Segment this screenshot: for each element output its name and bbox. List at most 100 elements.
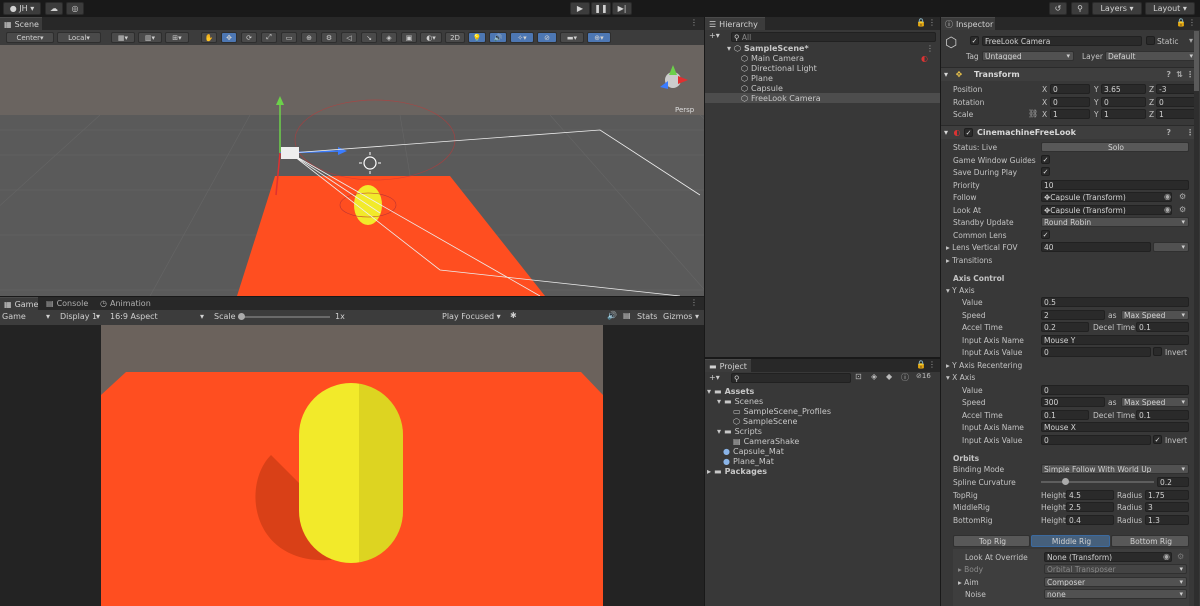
shortcuts-icon[interactable]: ▤ xyxy=(623,311,631,320)
position-x-field[interactable]: 0 xyxy=(1050,84,1090,94)
fov-field[interactable]: 40 xyxy=(1041,242,1151,252)
account-dropdown[interactable]: ● JH ▾ xyxy=(3,2,41,15)
search-by-type-icon[interactable]: ⊡ xyxy=(855,372,862,381)
folder-profiles[interactable]: ▭ SampleScene_Profiles xyxy=(733,407,831,416)
x-invert-checkbox[interactable]: ✓ xyxy=(1153,435,1162,444)
scale-tool-icon[interactable]: ⤢ xyxy=(261,32,277,43)
y-speed-field[interactable]: 2 xyxy=(1041,310,1105,320)
visibility-toggle-icon[interactable]: ⊘ xyxy=(537,32,557,43)
priority-field[interactable]: 10 xyxy=(1041,180,1189,190)
tool-b-icon[interactable]: ↘ xyxy=(361,32,377,43)
bottomrig-radius-field[interactable]: 1.3 xyxy=(1145,515,1189,525)
fov-preset-dropdown[interactable] xyxy=(1153,242,1189,252)
add-object-button[interactable]: +▾ xyxy=(709,31,720,40)
lock-icon[interactable]: 🔒 xyxy=(916,18,926,27)
x-input-name-field[interactable]: Mouse X xyxy=(1041,422,1189,432)
component-menu-icon[interactable]: ⋮ xyxy=(1186,128,1194,137)
spline-slider-thumb[interactable] xyxy=(1062,478,1069,485)
inspector-scrollbar[interactable] xyxy=(1194,31,1199,606)
tab-console[interactable]: ▤ Console xyxy=(42,297,92,310)
game-view-dropdown[interactable]: Game ▾ xyxy=(2,312,56,321)
static-dropdown-icon[interactable]: ▾ xyxy=(1189,36,1193,45)
folder-assets[interactable]: ▾ ▬ Assets xyxy=(707,387,754,396)
component-menu-icon[interactable]: ⋮ xyxy=(1186,70,1194,79)
scale-slider-thumb[interactable] xyxy=(238,313,245,320)
tool-c-icon[interactable]: ◈ xyxy=(381,32,397,43)
hierarchy-search-input[interactable]: ⚲ All xyxy=(731,32,936,42)
object-name-field[interactable]: FreeLook Camera xyxy=(982,36,1142,46)
project-search-input[interactable]: ⚲ xyxy=(731,373,851,383)
project-menu-icon[interactable]: ⋮ xyxy=(928,360,936,369)
y-decel-field[interactable]: 0.1 xyxy=(1136,322,1189,332)
preset-icon[interactable]: ⇅ xyxy=(1176,70,1183,79)
object-picker-icon[interactable]: ◉ xyxy=(1164,205,1171,214)
play-focused-dropdown[interactable]: Play Focused ▾ xyxy=(442,312,504,321)
scale-x-field[interactable]: 1 xyxy=(1050,109,1090,119)
scene-menu-icon[interactable]: ⋮ xyxy=(926,44,934,53)
static-checkbox[interactable] xyxy=(1146,36,1155,45)
scene-menu-icon[interactable]: ⋮ xyxy=(690,18,698,27)
toprig-height-field[interactable]: 4.5 xyxy=(1066,490,1114,500)
hierarchy-item-plane[interactable]: ⬡ Plane xyxy=(741,74,773,83)
fov-label[interactable]: ▸ Lens Vertical FOV xyxy=(946,243,1018,252)
scrollbar-thumb[interactable] xyxy=(1194,31,1199,91)
position-z-field[interactable]: -3 xyxy=(1156,84,1196,94)
game-viewport[interactable] xyxy=(101,325,603,606)
help-icon[interactable]: ? xyxy=(1166,70,1171,79)
move-tool-icon[interactable]: ✥ xyxy=(221,32,237,43)
x-input-value-field[interactable]: 0 xyxy=(1041,435,1151,445)
object-picker-icon[interactable]: ◉ xyxy=(1163,552,1170,561)
hierarchy-item-capsule[interactable]: ⬡ Capsule xyxy=(741,84,783,93)
cinemachine-header[interactable]: ▾ ◐ ✓ CinemachineFreeLook ? ⋮ xyxy=(941,125,1199,139)
binding-mode-dropdown[interactable]: Simple Follow With World Up xyxy=(1041,464,1189,474)
object-picker-icon[interactable]: ◉ xyxy=(1164,192,1171,201)
stats-button[interactable]: Stats xyxy=(637,312,657,321)
toprig-radius-field[interactable]: 1.75 xyxy=(1145,490,1189,500)
solo-button[interactable]: Solo xyxy=(1041,142,1189,152)
lookat-field[interactable]: ✥ Capsule (Transform) xyxy=(1041,205,1172,215)
common-lens-checkbox[interactable]: ✓ xyxy=(1041,230,1050,239)
asset-camerashake[interactable]: ▤ CameraShake xyxy=(733,437,799,446)
tool-d-icon[interactable]: ▣ xyxy=(401,32,417,43)
body-dropdown[interactable]: Orbital Transposer xyxy=(1044,564,1187,574)
audio-toggle-icon[interactable]: 🔊 xyxy=(489,32,507,43)
tool-a-icon[interactable]: ◁ xyxy=(341,32,357,43)
noise-dropdown[interactable]: none xyxy=(1044,589,1187,599)
tab-inspector[interactable]: ⓘ Inspector xyxy=(941,17,995,30)
project-lock-icon[interactable]: 🔒 xyxy=(916,360,926,369)
rotate-tool-icon[interactable]: ⟳ xyxy=(241,32,257,43)
hand-tool-icon[interactable]: ✋ xyxy=(201,32,217,43)
cloud-button[interactable]: ☁ xyxy=(45,2,63,15)
scene-root-item[interactable]: ▾ ⬡ SampleScene* xyxy=(727,44,809,53)
lookat-override-field[interactable]: None (Transform) xyxy=(1044,552,1172,562)
2d-toggle[interactable]: 2D xyxy=(445,32,465,43)
audio-icon[interactable]: 🔊 xyxy=(607,311,617,320)
save-during-play-checkbox[interactable]: ✓ xyxy=(1041,167,1050,176)
middlerig-radius-field[interactable]: 3 xyxy=(1145,502,1189,512)
asset-samplescene[interactable]: ⬡ SampleScene xyxy=(733,417,797,426)
history-button[interactable]: ↺ xyxy=(1049,2,1067,15)
pivot-dropdown[interactable]: Center ▾ xyxy=(6,32,54,43)
layout-dropdown[interactable]: Layout ▾ xyxy=(1145,2,1195,15)
y-input-value-field[interactable]: 0 xyxy=(1041,347,1151,357)
step-button[interactable]: ▶| xyxy=(612,2,632,15)
constrain-proportions-icon[interactable]: ⛓ xyxy=(1028,109,1038,118)
pause-button[interactable]: ❚❚ xyxy=(591,2,611,15)
x-axis-foldout[interactable]: ▾ X Axis xyxy=(946,373,975,382)
transitions-foldout[interactable]: ▸ Transitions xyxy=(946,256,992,265)
hierarchy-item-directional-light[interactable]: ⬡ Directional Light xyxy=(741,64,817,73)
override-settings-icon[interactable]: ⚙ xyxy=(1177,552,1184,561)
scale-slider[interactable] xyxy=(238,313,330,320)
gizmos-dropdown[interactable]: Gizmos ▾ xyxy=(663,312,703,321)
x-value-field[interactable]: 0 xyxy=(1041,385,1189,395)
persp-label[interactable]: Persp xyxy=(675,106,695,114)
y-input-name-field[interactable]: Mouse Y xyxy=(1041,335,1189,345)
hierarchy-menu-icon[interactable]: ⋮ xyxy=(928,18,936,27)
spline-curvature-field[interactable]: 0.2 xyxy=(1157,477,1189,487)
grid-button[interactable]: ▥▾ xyxy=(138,32,162,43)
search-button[interactable]: ⚲ xyxy=(1071,2,1089,15)
follow-settings-icon[interactable]: ⚙ xyxy=(1179,192,1186,201)
scale-z-field[interactable]: 1 xyxy=(1156,109,1196,119)
tab-scene[interactable]: ▦ Scene xyxy=(0,17,42,30)
x-speed-mode-dropdown[interactable]: Max Speed xyxy=(1121,397,1189,407)
